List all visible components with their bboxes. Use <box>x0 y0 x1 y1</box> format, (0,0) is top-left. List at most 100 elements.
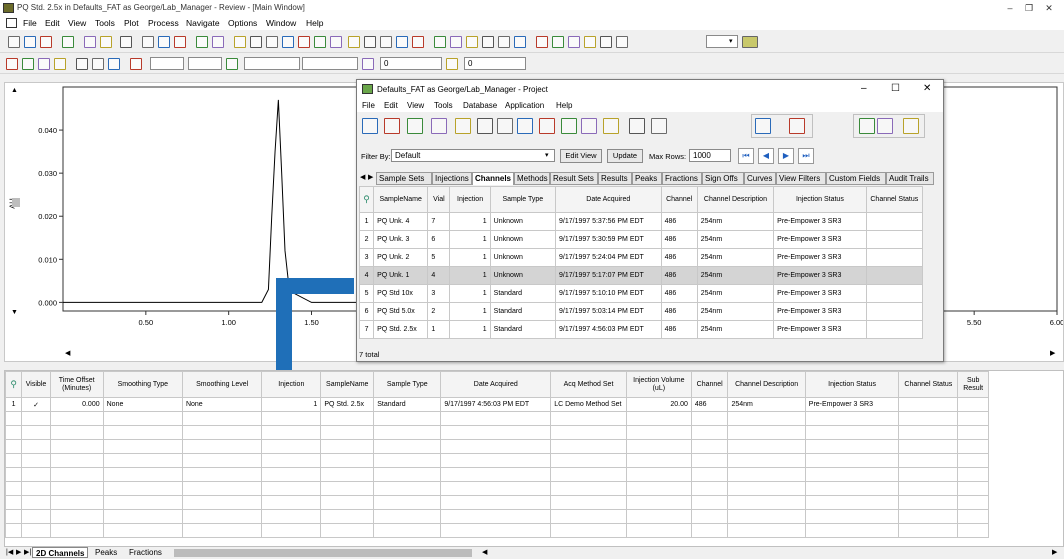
column-header[interactable]: Channel <box>690 371 729 398</box>
chart-scroll-up-icon[interactable]: ▲ <box>11 87 18 94</box>
table-cell[interactable]: 9/17/1997 5:10:10 PM EDT <box>555 284 662 303</box>
project-menu-tools[interactable]: Tools <box>434 101 453 110</box>
table-cell[interactable]: 9/17/1997 5:17:07 PM EDT <box>555 266 662 285</box>
tab-channels[interactable]: Channels <box>472 172 514 185</box>
table-cell[interactable]: 486 <box>660 284 698 303</box>
column-header[interactable]: Injection Volume (uL) <box>625 371 692 398</box>
column-header[interactable]: Channel Description <box>696 186 775 213</box>
table-cell[interactable]: 1 <box>449 320 491 339</box>
toolbar-tool-icon[interactable] <box>120 36 132 48</box>
table-row[interactable]: 7 PQ Std. 2.5x 1 1 Standard 9/17/1997 4:56:03… <box>358 320 924 339</box>
bottom-tab-peaks[interactable]: Peaks <box>92 547 120 558</box>
toolbar-tool-icon[interactable] <box>298 36 310 48</box>
toolbar-tool-icon[interactable] <box>174 36 186 48</box>
table-cell[interactable]: 486 <box>660 230 698 249</box>
bottom-tab-first-icon[interactable]: |◀ <box>6 548 13 556</box>
project-tool-icon[interactable] <box>455 118 471 134</box>
table-cell[interactable]: 1 <box>449 248 491 267</box>
toolbar-tool-icon[interactable] <box>314 36 326 48</box>
toolbar-tool-icon[interactable] <box>584 36 596 48</box>
toolbar-tool-icon[interactable] <box>100 36 112 48</box>
toolbar-tool-icon[interactable] <box>196 36 208 48</box>
tab-results[interactable]: Results <box>598 172 632 185</box>
table-cell[interactable]: 1 <box>358 212 375 231</box>
menu-help[interactable]: Help <box>306 18 323 28</box>
table-cell[interactable]: 9/17/1997 4:56:03 PM EDT <box>555 320 662 339</box>
table-cell[interactable]: 6 <box>358 302 375 321</box>
last-record-icon[interactable]: ⏭ <box>798 148 814 164</box>
table-cell[interactable]: 9/17/1997 5:30:59 PM EDT <box>555 230 662 249</box>
toolbar-tool-icon[interactable] <box>62 36 74 48</box>
table-row[interactable]: 1 PQ Unk. 4 7 1 Unknown 9/17/1997 5:37:56 PM … <box>358 212 924 231</box>
toolbar-field-c[interactable] <box>244 57 300 70</box>
column-header[interactable]: SampleName <box>320 371 375 398</box>
toolbar-field-2[interactable]: 0 <box>464 57 526 70</box>
tab-sign-offs[interactable]: Sign Offs <box>702 172 744 185</box>
tab-fractions[interactable]: Fractions <box>662 172 702 185</box>
zoom-dropdown-icon[interactable]: ▾ <box>729 37 733 45</box>
toolbar-tool-icon[interactable] <box>482 36 494 48</box>
toolbar-tool-icon[interactable] <box>158 36 170 48</box>
toolbar-tool-icon[interactable] <box>266 36 278 48</box>
table-cell[interactable]: 7 <box>358 320 375 339</box>
table-cell[interactable]: Pre-Empower 3 SR3 <box>773 248 867 267</box>
toolbar-tool-icon[interactable] <box>84 36 96 48</box>
menu-plot[interactable]: Plot <box>124 18 139 28</box>
column-header[interactable]: Date Acquired <box>440 371 552 398</box>
table-cell[interactable] <box>865 320 924 339</box>
edit-view-button[interactable]: Edit View <box>560 149 602 163</box>
toolbar-tool-icon[interactable] <box>396 36 408 48</box>
table-cell[interactable]: 254nm <box>696 302 775 321</box>
table-cell[interactable]: 486 <box>660 302 698 321</box>
column-header[interactable]: Channel Description <box>727 371 806 398</box>
prev-record-icon[interactable]: ◀ <box>758 148 774 164</box>
menu-window[interactable]: Window <box>266 18 296 28</box>
table-cell[interactable]: 1 <box>449 284 491 303</box>
tab-view-filters[interactable]: View Filters <box>776 172 826 185</box>
toolbar-plot-icon[interactable] <box>446 58 458 70</box>
menu-file[interactable]: File <box>23 18 37 28</box>
toolbar-tool-icon[interactable] <box>450 36 462 48</box>
project-tool-icon[interactable] <box>517 118 533 134</box>
table-cell[interactable]: 1 <box>261 397 322 412</box>
table-cell[interactable] <box>865 212 924 231</box>
toolbar-plot-icon[interactable] <box>130 58 142 70</box>
tab-peaks[interactable]: Peaks <box>632 172 662 185</box>
toolbar-plot-icon[interactable] <box>38 58 50 70</box>
table-cell[interactable]: 486 <box>660 320 698 339</box>
toolbar-tool-icon[interactable] <box>250 36 262 48</box>
table-cell[interactable]: 1 <box>449 230 491 249</box>
menu-navigate[interactable]: Navigate <box>186 18 220 28</box>
table-cell[interactable]: Standard <box>373 397 442 412</box>
column-header[interactable]: SampleName <box>373 186 429 213</box>
table-cell[interactable]: ✓ <box>21 397 51 412</box>
toolbar-tool-icon[interactable] <box>568 36 580 48</box>
project-tool-icon[interactable] <box>362 118 378 134</box>
table-cell[interactable]: Pre-Empower 3 SR3 <box>773 320 867 339</box>
chart-scroll-left-icon[interactable]: ◀ <box>65 349 70 357</box>
close-button[interactable]: ✕ <box>1034 1 1064 15</box>
toolbar-tool-icon[interactable] <box>282 36 294 48</box>
project-tool-icon[interactable] <box>629 118 645 134</box>
column-header[interactable]: Injection Status <box>773 186 867 213</box>
bottom-tab-fractions[interactable]: Fractions <box>126 547 165 558</box>
table-cell[interactable] <box>865 266 924 285</box>
table-cell[interactable]: PQ Unk. 2 <box>373 248 429 267</box>
table-cell[interactable]: 486 <box>660 212 698 231</box>
table-cell[interactable]: 1 <box>449 212 491 231</box>
toolbar-tool-icon[interactable] <box>348 36 360 48</box>
toolbar-plot-icon[interactable] <box>92 58 104 70</box>
table-cell[interactable]: 2 <box>358 230 375 249</box>
toolbar-field-d[interactable] <box>302 57 358 70</box>
zoom-select[interactable] <box>706 35 738 48</box>
menu-options[interactable]: Options <box>228 18 257 28</box>
first-record-icon[interactable]: ⏮ <box>738 148 754 164</box>
table-cell[interactable] <box>957 397 989 412</box>
toolbar-tool-icon[interactable] <box>412 36 424 48</box>
table-cell[interactable]: Standard <box>489 302 557 321</box>
project-close-button[interactable]: ✕ <box>923 83 931 94</box>
toolbar-tool-icon[interactable] <box>8 36 20 48</box>
column-header[interactable]: Sample Type <box>373 371 442 398</box>
table-cell[interactable]: Unknown <box>489 230 557 249</box>
toolbar-plot-icon[interactable] <box>362 58 374 70</box>
